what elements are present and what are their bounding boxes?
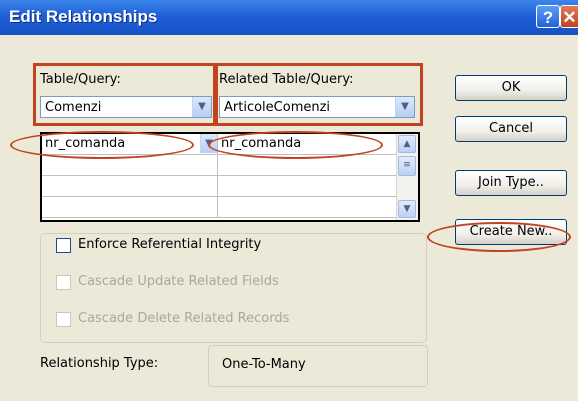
help-button[interactable]: ? (536, 5, 560, 28)
close-icon: ✕ (562, 8, 577, 27)
title-bar: Edit Relationships ? ✕ (0, 0, 578, 35)
grid-cell-right[interactable] (218, 176, 399, 197)
grid-cell-left[interactable] (42, 197, 218, 218)
cancel-button[interactable]: Cancel (455, 116, 567, 142)
cascade-delete-label: Cascade Delete Related Records (78, 311, 290, 326)
create-new-highlight (427, 222, 571, 252)
relationship-type-label: Relationship Type: (40, 356, 159, 371)
arrow-up-icon[interactable]: ▲ (398, 135, 416, 153)
grid-scrollbar[interactable]: ▲ ≡ ▼ (396, 134, 418, 220)
grid-cell-left[interactable] (42, 176, 218, 197)
enforce-integrity-label: Enforce Referential Integrity (78, 237, 262, 252)
right-field-highlight (208, 131, 383, 159)
relationship-type-value: One-To-Many (222, 357, 306, 372)
cascade-delete-checkbox (56, 312, 71, 327)
grid-cell-right[interactable] (218, 197, 399, 218)
join-type-button[interactable]: Join Type.. (455, 170, 567, 196)
window-title: Edit Relationships (9, 7, 158, 26)
close-button[interactable]: ✕ (560, 5, 578, 28)
left-field-highlight (10, 131, 194, 159)
relationship-type-field: One-To-Many (208, 345, 428, 387)
ok-button[interactable]: OK (455, 75, 567, 101)
enforce-integrity-checkbox[interactable] (56, 238, 71, 253)
related-table-query-highlight (213, 63, 423, 126)
table-query-highlight (33, 63, 218, 126)
cascade-update-checkbox (56, 275, 71, 290)
help-icon: ? (542, 8, 554, 27)
scroll-thumb[interactable]: ≡ (398, 156, 416, 176)
arrow-down-icon[interactable]: ▼ (398, 200, 416, 218)
cascade-update-label: Cascade Update Related Fields (78, 274, 279, 289)
